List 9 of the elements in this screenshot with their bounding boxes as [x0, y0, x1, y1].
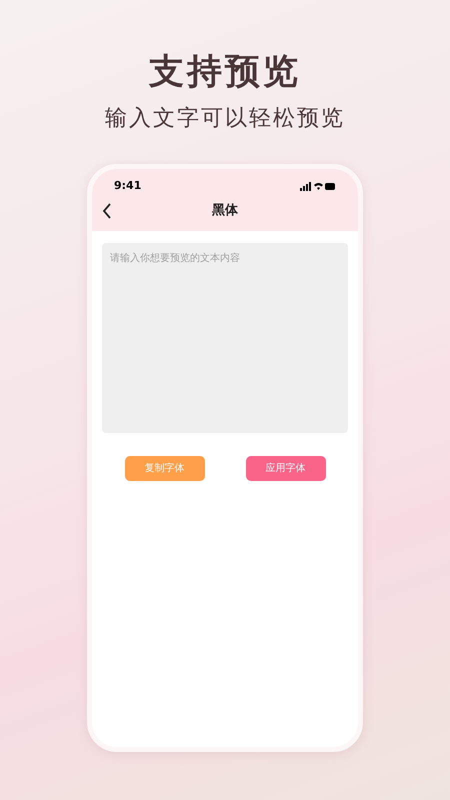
- text-input-field[interactable]: 请输入你想要预览的文本内容: [102, 243, 348, 433]
- action-button[interactable]: 应用字体: [246, 456, 326, 481]
- action-button[interactable]: 复制字体: [124, 456, 204, 481]
- nav-title: 黑体: [212, 202, 238, 220]
- subheadline: 输入文字可以轻松预览: [105, 105, 345, 133]
- status-time: 9:41: [114, 178, 142, 194]
- status-icons: [300, 182, 336, 190]
- back-icon[interactable]: [102, 203, 112, 219]
- headline: 支持预览: [149, 51, 301, 94]
